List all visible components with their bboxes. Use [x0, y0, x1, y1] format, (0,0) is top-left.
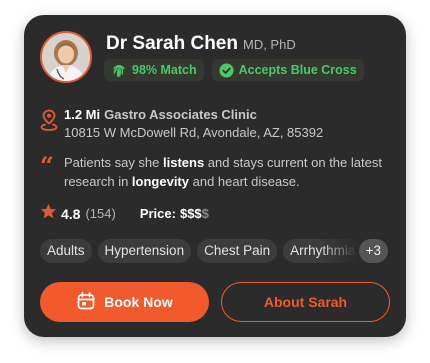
doctor-name[interactable]: Dr Sarah Chen [106, 33, 238, 55]
clinic-address[interactable]: 10815 W McDowell Rd, Avondale, AZ, 85392 [64, 125, 323, 140]
distance-row: 1.2 Mi Gastro Associates Clinic [64, 107, 257, 122]
quote-icon: “ [40, 151, 54, 180]
review-count[interactable]: (154) [85, 206, 115, 221]
quote-highlight-longevity: longevity [131, 173, 189, 189]
price-label: Price: [139, 206, 176, 221]
tag-chip[interactable]: Adults [40, 239, 92, 263]
tag-chip[interactable]: Chest Pain [197, 239, 278, 263]
book-now-button[interactable]: Book Now [40, 282, 209, 322]
doctor-portrait [42, 33, 90, 81]
quote-highlight-listens: listens [163, 155, 205, 170]
doctor-credentials: MD, PhD [242, 37, 296, 52]
specialty-tags: Adults Hypertension Chest Pain Arrhythmi… [40, 239, 390, 263]
quote-part: and heart disease. [189, 173, 300, 189]
about-label: About Sarah [263, 294, 348, 310]
about-button[interactable]: About Sarah [221, 282, 390, 322]
match-badge: 98% Match [104, 59, 204, 81]
distance: 1.2 Mi [64, 107, 101, 122]
avatar[interactable] [40, 31, 92, 83]
tag-chip[interactable]: Hypertension [97, 239, 192, 263]
check-circle-icon [219, 62, 234, 78]
book-now-label: Book Now [104, 294, 173, 310]
price-active: $$$ [179, 206, 202, 221]
doctor-name-row: Dr Sarah Chen MD, PhD [106, 33, 296, 55]
calendar-icon [76, 291, 96, 314]
rating-value: 4.8 [61, 205, 81, 222]
clinic-name[interactable]: Gastro Associates Clinic [104, 107, 257, 122]
quote-text: Patients say she listens and stays curre… [64, 154, 382, 191]
insurance-badge: Accepts Blue Cross [211, 59, 364, 81]
badge-row: 98% Match Accepts Blue Cross [104, 59, 364, 81]
fingerprint-icon [111, 62, 127, 78]
more-tags-button[interactable]: +3 [358, 239, 388, 263]
map-pin-icon [40, 109, 58, 136]
doctor-card: Dr Sarah Chen MD, PhD 98% Match Accepts … [24, 15, 406, 337]
quote-part: Patients say she [64, 155, 163, 170]
star-icon [40, 203, 57, 224]
stats-row: 4.8 (154) Price: $$$ $ [40, 203, 209, 224]
insurance-badge-label: Accepts Blue Cross [238, 63, 357, 77]
price-inactive: $ [201, 206, 209, 221]
match-badge-label: 98% Match [132, 63, 197, 77]
